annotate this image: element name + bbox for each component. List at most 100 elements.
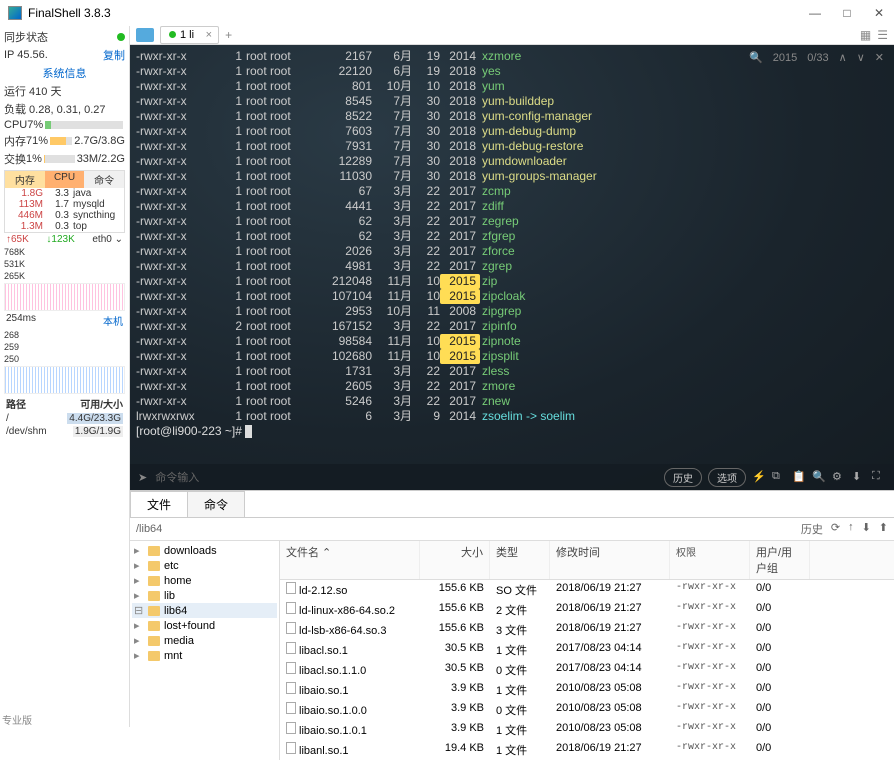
folder-icon xyxy=(148,606,160,616)
folder-icon xyxy=(148,651,160,661)
minimize-button[interactable]: — xyxy=(808,6,822,20)
bolt-icon[interactable]: ⚡ xyxy=(752,470,766,484)
search-query[interactable]: 2015 xyxy=(773,52,797,64)
net-iface[interactable]: eth0 ⌄ xyxy=(92,234,123,245)
tab-label: 1 li xyxy=(180,29,194,41)
download-file-icon[interactable]: ⬇ xyxy=(862,521,871,537)
gear-icon[interactable]: ⚙ xyxy=(832,470,846,484)
terminal-toolbar: ➤ 命令输入 历史 选项 ⚡ ⧉ 📋 🔍 ⚙ ⬇ ⛶ xyxy=(130,464,894,490)
terminal-line: -rwxr-xr-x1root root673月222017zcmp xyxy=(136,184,888,199)
mem-label: 内存 xyxy=(4,133,26,149)
lower-panel: 文件 命令 /lib64 历史 ⟳ ↑ ⬇ ⬆ ▸downloads▸etc▸h… xyxy=(130,490,894,760)
col-name[interactable]: 文件名 ⌃ xyxy=(280,541,420,579)
file-row[interactable]: libanl.so.119.4 KB1 文件2018/06/19 21:27-r… xyxy=(280,740,894,760)
up-icon[interactable]: ↑ xyxy=(848,521,854,537)
col-perm[interactable]: 权限 xyxy=(670,541,750,579)
search-close-icon[interactable]: ✕ xyxy=(875,51,884,64)
options-button[interactable]: 选项 xyxy=(708,468,746,487)
proc-row[interactable]: 446M0.3syncthing xyxy=(5,210,124,221)
proc-row[interactable]: 1.8G3.3java xyxy=(5,188,124,199)
tree-item[interactable]: ▸lib xyxy=(132,588,277,603)
hdr-mem[interactable]: 内存 xyxy=(5,171,45,188)
tree-item[interactable]: ▸home xyxy=(132,573,277,588)
search-next-icon[interactable]: ∨ xyxy=(857,51,865,64)
file-row[interactable]: libacl.so.1.1.030.5 KB0 文件2017/08/23 04:… xyxy=(280,660,894,680)
file-row[interactable]: libaio.so.13.9 KB1 文件2010/08/23 05:08-rw… xyxy=(280,680,894,700)
path[interactable]: /lib64 xyxy=(136,523,162,535)
terminal[interactable]: 🔍 2015 0/33 ∧ ∨ ✕ -rwxr-xr-x1root root21… xyxy=(130,45,894,490)
refresh-icon[interactable]: ⟳ xyxy=(831,521,840,537)
file-row[interactable]: libacl.so.130.5 KB1 文件2017/08/23 04:14-r… xyxy=(280,640,894,660)
file-icon xyxy=(286,722,296,734)
file-row[interactable]: ld-2.12.so155.6 KBSO 文件2018/06/19 21:27-… xyxy=(280,580,894,600)
tab-commands[interactable]: 命令 xyxy=(187,491,245,517)
search-prev-icon[interactable]: ∧ xyxy=(839,51,847,64)
download-icon[interactable]: ⬇ xyxy=(852,470,866,484)
disk-row: /dev/shm1.9G/1.9G xyxy=(4,425,125,438)
paste-icon[interactable]: 📋 xyxy=(792,470,806,484)
col-user[interactable]: 用户/用户组 xyxy=(750,541,810,579)
terminal-line: -rwxr-xr-x1root root221206月192018yes xyxy=(136,64,888,79)
history-link[interactable]: 历史 xyxy=(801,521,823,537)
maximize-button[interactable]: □ xyxy=(840,6,854,20)
folder-icon xyxy=(148,576,160,586)
swap-label: 交换 xyxy=(4,151,26,167)
command-input[interactable]: 命令输入 xyxy=(155,469,355,485)
terminal-line: -rwxr-xr-x1root root9858411月102015zipnot… xyxy=(136,334,888,349)
col-date[interactable]: 修改时间 xyxy=(550,541,670,579)
tab-close-icon[interactable]: × xyxy=(206,29,212,41)
tab-files[interactable]: 文件 xyxy=(130,491,188,517)
hdr-cmd[interactable]: 命令 xyxy=(84,171,124,188)
tab-status-dot xyxy=(169,31,176,38)
split-view-icon[interactable]: ☰ xyxy=(877,28,888,42)
tree-item[interactable]: ▸lost+found xyxy=(132,618,277,633)
terminal-line: -rwxr-xr-x1root root76037月302018yum-debu… xyxy=(136,124,888,139)
ping-host[interactable]: 本机 xyxy=(103,313,123,328)
search-pos: 0/33 xyxy=(807,52,828,64)
uptime: 运行 410 天 xyxy=(4,83,61,99)
close-button[interactable]: ✕ xyxy=(872,6,886,20)
col-size[interactable]: 大小 xyxy=(420,541,490,579)
terminal-line: -rwxr-xr-x1root root10268011月102015zipsp… xyxy=(136,349,888,364)
copy-icon[interactable]: ⧉ xyxy=(772,470,786,484)
ip-label: IP 45.56. xyxy=(4,49,48,61)
file-table: 文件名 ⌃ 大小 类型 修改时间 权限 用户/用户组 ld-2.12.so155… xyxy=(280,541,894,760)
search-toolbar-icon[interactable]: 🔍 xyxy=(812,470,826,484)
hdr-cpu[interactable]: CPU xyxy=(45,171,85,188)
mem-val: 2.7G/3.8G xyxy=(74,135,125,147)
search-icon[interactable]: 🔍 xyxy=(749,51,763,64)
tree-item[interactable]: ▸mnt xyxy=(132,648,277,663)
file-row[interactable]: ld-lsb-x86-64.so.3155.6 KB3 文件2018/06/19… xyxy=(280,620,894,640)
expand-icon[interactable]: ⛶ xyxy=(872,470,886,484)
file-row[interactable]: libaio.so.1.0.03.9 KB0 文件2010/08/23 05:0… xyxy=(280,700,894,720)
col-type[interactable]: 类型 xyxy=(490,541,550,579)
file-icon xyxy=(286,702,296,714)
net-up: ↑65K xyxy=(6,234,29,245)
terminal-line: -rwxr-xr-x1root root21204811月102015zip xyxy=(136,274,888,289)
send-icon[interactable]: ➤ xyxy=(138,471,147,484)
tree-item[interactable]: ▸media xyxy=(132,633,277,648)
tree-item[interactable]: ▸downloads xyxy=(132,543,277,558)
folder-icon[interactable] xyxy=(136,28,154,42)
titlebar: FinalShell 3.8.3 — □ ✕ xyxy=(0,0,894,26)
file-row[interactable]: libaio.so.1.0.13.9 KB1 文件2010/08/23 05:0… xyxy=(280,720,894,740)
load: 负载 0.28, 0.31, 0.27 xyxy=(4,101,106,117)
proc-row[interactable]: 1.3M0.3top xyxy=(5,221,124,232)
history-button[interactable]: 历史 xyxy=(664,468,702,487)
tree-item[interactable]: ▸etc xyxy=(132,558,277,573)
new-tab-button[interactable]: + xyxy=(225,28,232,42)
grid-view-icon[interactable]: ▦ xyxy=(860,28,871,42)
terminal-line: -rwxr-xr-x1root root623月222017zfgrep xyxy=(136,229,888,244)
file-icon xyxy=(286,742,296,754)
copy-link[interactable]: 复制 xyxy=(103,47,125,63)
folder-tree[interactable]: ▸downloads▸etc▸home▸lib⊟lib64▸lost+found… xyxy=(130,541,280,760)
proc-row[interactable]: 113M1.7mysqld xyxy=(5,199,124,210)
terminal-line: lrwxrwxrwx1root root63月92014zsoelim -> s… xyxy=(136,409,888,424)
file-row[interactable]: ld-linux-x86-64.so.2155.6 KB2 文件2018/06/… xyxy=(280,600,894,620)
terminal-line: -rwxr-xr-x1root root85227月302018yum-conf… xyxy=(136,109,888,124)
folder-icon xyxy=(148,546,160,556)
upload-file-icon[interactable]: ⬆ xyxy=(879,521,888,537)
tree-item[interactable]: ⊟lib64 xyxy=(132,603,277,618)
terminal-tab[interactable]: 1 li × xyxy=(160,26,219,44)
sysinfo-link[interactable]: 系统信息 xyxy=(43,65,87,81)
